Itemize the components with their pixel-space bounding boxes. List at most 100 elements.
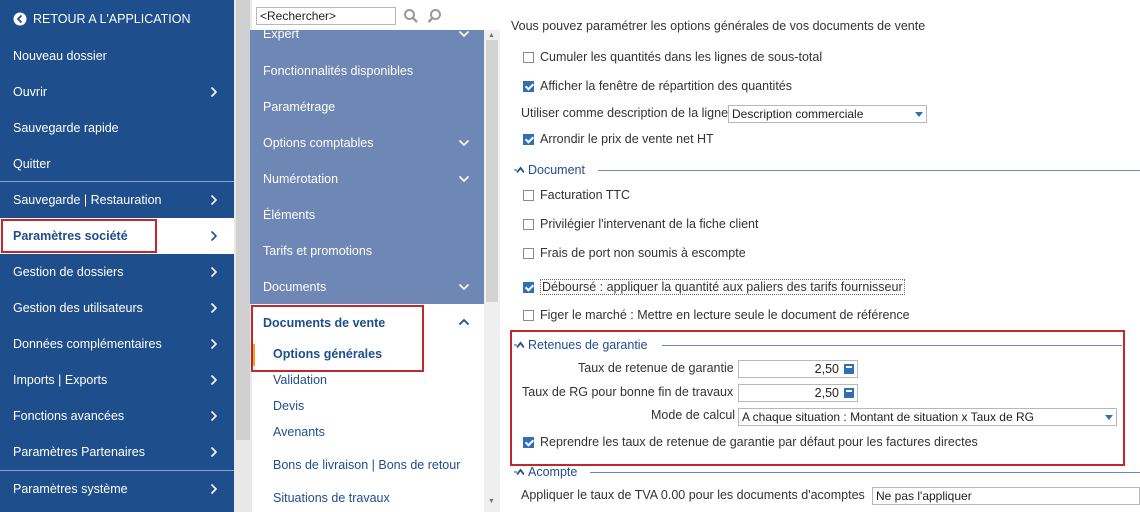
nav-item-gestion-utilisateurs[interactable]: Gestion des utilisateurs: [0, 290, 234, 326]
tva-acompte-select[interactable]: Ne pas l'appliquer: [872, 487, 1140, 505]
sub-item-options-generales[interactable]: Options générales: [273, 347, 382, 361]
menu-item-label: Paramétrage: [263, 100, 336, 114]
chevron-up-icon[interactable]: [458, 318, 470, 326]
chevron-right-icon: [210, 194, 218, 206]
back-to-application[interactable]: RETOUR A L'APPLICATION: [0, 0, 234, 38]
menu-item-label: Numérotation: [263, 172, 339, 186]
option-cumuler[interactable]: Cumuler les quantités dans les lignes de…: [523, 50, 822, 64]
checkbox[interactable]: [523, 247, 534, 259]
section-title-text: Acompte: [528, 465, 578, 479]
checkbox[interactable]: [523, 281, 534, 293]
sub-item-situations-travaux[interactable]: Situations de travaux: [273, 491, 390, 505]
scroll-up-icon[interactable]: ▲: [488, 32, 495, 39]
nav-item-donnees-complementaires[interactable]: Données complémentaires: [0, 326, 234, 362]
middle-menu-list: Expert Fonctionnalités disponibles Param…: [250, 30, 484, 304]
scroll-down-icon[interactable]: ▼: [488, 498, 495, 505]
chevron-right-icon: [210, 483, 218, 495]
section-divider: [590, 472, 1140, 473]
scrollbar-thumb[interactable]: [486, 40, 498, 302]
chevron-down-icon: [458, 30, 470, 38]
menu-item-elements[interactable]: Éléments: [250, 197, 484, 233]
chevron-down-icon: [458, 175, 470, 183]
sub-item-avenants[interactable]: Avenants: [273, 425, 325, 439]
option-facturation-ttc[interactable]: Facturation TTC: [523, 188, 630, 202]
calculator-icon[interactable]: [844, 388, 854, 398]
document-section-title[interactable]: Document: [514, 163, 585, 177]
option-label: Facturation TTC: [540, 188, 631, 202]
menu-item-tarifs[interactable]: Tarifs et promotions: [250, 233, 484, 269]
option-debourse[interactable]: Déboursé : appliquer la quantité aux pal…: [523, 279, 905, 295]
nav-item-label: Paramètres Partenaires: [13, 445, 146, 459]
taux-retenue-label: Taux de retenue de garantie: [578, 361, 734, 375]
acompte-section-title[interactable]: Acompte: [514, 465, 577, 479]
chevron-right-icon: [210, 374, 218, 386]
chevron-right-icon: [210, 410, 218, 422]
sub-item-devis[interactable]: Devis: [273, 399, 304, 413]
checkbox[interactable]: [523, 51, 534, 63]
menu-item-fonctionnalites[interactable]: Fonctionnalités disponibles: [250, 53, 484, 89]
taux-rg-input[interactable]: 2,50: [738, 384, 858, 402]
menu-item-documents[interactable]: Documents: [250, 269, 484, 304]
section-title-text: Document: [528, 163, 585, 177]
nav-item-imports-exports[interactable]: Imports | Exports: [0, 362, 234, 398]
scrollbar-thumb[interactable]: [236, 0, 250, 440]
nav-item-gestion-dossiers[interactable]: Gestion de dossiers: [0, 254, 234, 290]
nav-item-ouvrir[interactable]: Ouvrir: [0, 74, 234, 110]
option-figer-marche[interactable]: Figer le marché : Mettre en lecture seul…: [523, 308, 910, 322]
nav-item-parametres-systeme[interactable]: Paramètres système: [0, 471, 234, 507]
checkbox[interactable]: [523, 436, 534, 448]
select-value: Description commerciale: [732, 107, 864, 121]
chevron-down-icon: [458, 283, 470, 291]
checkbox[interactable]: [523, 189, 534, 201]
nav-item-label: Imports | Exports: [13, 373, 108, 387]
nav-item-sauvegarde-restauration[interactable]: Sauvegarde | Restauration: [0, 182, 234, 218]
nav-item-nouveau-dossier[interactable]: Nouveau dossier: [0, 38, 234, 74]
option-label: Privilégier l'intervenant de la fiche cl…: [540, 217, 759, 231]
middle-scrollbar[interactable]: ▲ ▼: [484, 30, 500, 512]
nav-item-label: Paramètres société: [13, 229, 128, 243]
chevron-right-icon: [210, 86, 218, 98]
checkbox[interactable]: [523, 309, 534, 321]
clear-search-icon[interactable]: [427, 8, 443, 24]
mode-calcul-select[interactable]: A chaque situation : Montant de situatio…: [738, 408, 1117, 426]
nav-item-quitter[interactable]: Quitter: [0, 146, 234, 182]
select-value: Ne pas l'appliquer: [876, 489, 972, 503]
menu-item-options-comptables[interactable]: Options comptables: [250, 125, 484, 161]
dropdown-arrow-icon: [1105, 415, 1113, 420]
nav-item-sauvegarde-rapide[interactable]: Sauvegarde rapide: [0, 110, 234, 146]
checkbox[interactable]: [523, 218, 534, 230]
retenues-section-title[interactable]: Retenues de garantie: [514, 338, 648, 352]
nav-item-label: Gestion de dossiers: [13, 265, 124, 279]
chevron-right-icon: [210, 338, 218, 350]
checkbox[interactable]: [523, 80, 534, 92]
nav-item-label: Paramètres système: [13, 482, 128, 496]
search-icon[interactable]: [403, 8, 419, 24]
nav-item-label: Gestion des utilisateurs: [13, 301, 143, 315]
menu-item-numerotation[interactable]: Numérotation: [250, 161, 484, 197]
taux-retenue-input[interactable]: 2,50: [738, 360, 858, 378]
left-navigation: RETOUR A L'APPLICATION Nouveau dossier O…: [0, 0, 234, 512]
menu-item-expert[interactable]: Expert: [250, 30, 484, 52]
sub-item-validation[interactable]: Validation: [273, 373, 327, 387]
nav-item-parametres-partenaires[interactable]: Paramètres Partenaires: [0, 434, 234, 470]
option-arrondir[interactable]: Arrondir le prix de vente net HT: [523, 132, 714, 146]
option-reprendre-taux[interactable]: Reprendre les taux de retenue de garanti…: [523, 435, 978, 449]
nav-item-fonctions-avancees[interactable]: Fonctions avancées: [0, 398, 234, 434]
nav-item-parametres-societe[interactable]: Paramètres société: [0, 218, 234, 254]
sub-item-bons-livraison[interactable]: Bons de livraison | Bons de retour: [273, 458, 460, 472]
description-select[interactable]: Description commerciale: [728, 105, 927, 123]
calculator-icon[interactable]: [844, 364, 854, 374]
option-frais-port[interactable]: Frais de port non soumis à escompte: [523, 246, 746, 260]
search-input[interactable]: [256, 7, 396, 25]
menu-item-label: Options comptables: [263, 136, 374, 150]
collapse-caret-icon: [514, 166, 524, 174]
option-label: Cumuler les quantités dans les lignes de…: [540, 50, 823, 64]
option-label: Afficher la fenêtre de répartition des q…: [540, 79, 793, 93]
option-label: Arrondir le prix de vente net HT: [540, 132, 714, 146]
option-privilegier-intervenant[interactable]: Privilégier l'intervenant de la fiche cl…: [523, 217, 758, 231]
option-label: Figer le marché : Mettre en lecture seul…: [540, 308, 910, 322]
menu-item-parametrage[interactable]: Paramétrage: [250, 89, 484, 125]
option-afficher-repartition[interactable]: Afficher la fenêtre de répartition des q…: [523, 79, 792, 93]
checkbox[interactable]: [523, 133, 534, 145]
documents-de-vente-header[interactable]: Documents de vente: [263, 316, 385, 330]
